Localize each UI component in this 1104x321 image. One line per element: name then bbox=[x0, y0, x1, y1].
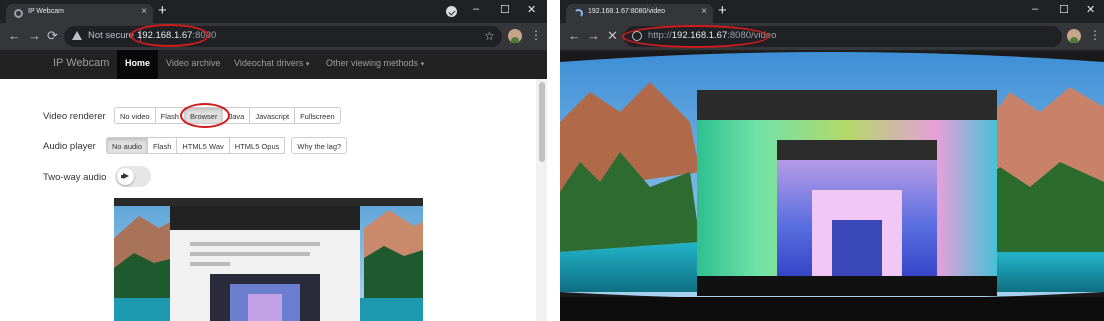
reload-button[interactable]: ⟳ bbox=[47, 28, 58, 44]
renderer-javascript-button[interactable]: Javascript bbox=[249, 107, 296, 124]
not-secure-label: Not secure bbox=[88, 30, 134, 41]
two-way-audio-label: Two-way audio bbox=[43, 172, 107, 183]
toggle-knob bbox=[117, 168, 134, 185]
nav-other-viewing-methods-label: Other viewing methods bbox=[326, 58, 419, 68]
minimize-button[interactable]: – bbox=[1032, 3, 1038, 15]
bookmark-star-icon[interactable]: ☆ bbox=[484, 29, 495, 43]
forward-button[interactable]: → bbox=[28, 28, 41, 43]
chrome-menu-icon[interactable]: ⋮ bbox=[530, 28, 542, 42]
chrome-profile-menu-icon[interactable] bbox=[446, 6, 457, 17]
tab-close-icon[interactable]: × bbox=[141, 6, 147, 17]
audio-player-buttons: No audio Flash HTML5 Wav HTML5 Opus Why … bbox=[106, 137, 348, 154]
chrome-menu-icon[interactable]: ⋮ bbox=[1089, 28, 1101, 42]
left-browser-window: IP Webcam × + – ☐ ✕ ← → ⟳ Not secure 192… bbox=[0, 0, 547, 321]
brand-logo[interactable]: IP Webcam bbox=[53, 57, 109, 69]
tab-strip: 192.168.1.67:8080/video × + – ☐ ✕ bbox=[560, 0, 1104, 23]
browser-tab[interactable]: IP Webcam × bbox=[6, 4, 153, 23]
megaphone-icon bbox=[121, 173, 130, 180]
video-stream-image bbox=[114, 198, 423, 321]
chevron-down-icon: ▾ bbox=[420, 61, 425, 68]
minimize-button[interactable]: – bbox=[473, 3, 479, 15]
two-way-audio-toggle[interactable] bbox=[115, 166, 151, 187]
browser-option-callout bbox=[180, 103, 230, 128]
close-window-button[interactable]: ✕ bbox=[1086, 3, 1095, 16]
new-tab-button[interactable]: + bbox=[718, 2, 727, 19]
back-button[interactable]: ← bbox=[568, 28, 581, 43]
chevron-down-icon: ▾ bbox=[305, 61, 310, 68]
recursive-browser-screenshot bbox=[697, 90, 997, 296]
maximize-button[interactable]: ☐ bbox=[1059, 3, 1069, 16]
video-renderer-label: Video renderer bbox=[43, 111, 106, 122]
stop-loading-button[interactable]: ✕ bbox=[607, 28, 618, 44]
favicon-icon bbox=[14, 9, 23, 18]
warning-icon bbox=[72, 31, 82, 40]
renderer-no-video-button[interactable]: No video bbox=[114, 107, 156, 124]
nav-videochat-drivers[interactable]: Videochat drivers ▾ bbox=[234, 58, 309, 68]
url-highlight-callout bbox=[622, 25, 769, 48]
tab-strip: IP Webcam × + – ☐ ✕ bbox=[0, 0, 547, 23]
loading-spinner-icon bbox=[574, 9, 583, 18]
why-the-lag-button[interactable]: Why the lag? bbox=[291, 137, 348, 154]
audio-flash-button[interactable]: Flash bbox=[147, 137, 178, 154]
tab-title: 192.168.1.67:8080/video bbox=[588, 8, 666, 15]
scrollbar-thumb[interactable] bbox=[539, 82, 545, 162]
audio-html5-wav-button[interactable]: HTML5 Wav bbox=[176, 137, 230, 154]
audio-player-label: Audio player bbox=[43, 141, 96, 152]
page-navbar: IP Webcam Home Video archive Videochat d… bbox=[0, 50, 547, 79]
audio-no-audio-button[interactable]: No audio bbox=[106, 137, 149, 154]
renderer-fullscreen-button[interactable]: Fullscreen bbox=[294, 107, 341, 124]
url-highlight-callout bbox=[130, 24, 209, 47]
avatar[interactable] bbox=[1067, 29, 1081, 43]
tab-title: IP Webcam bbox=[28, 8, 64, 15]
forward-button[interactable]: → bbox=[587, 28, 600, 43]
nav-video-archive[interactable]: Video archive bbox=[166, 58, 220, 68]
avatar[interactable] bbox=[508, 29, 522, 43]
recursive-browser-screenshot bbox=[170, 206, 360, 321]
browser-toolbar: ← → ⟳ Not secure 192.168.1.67:8080 ☆ ⋮ bbox=[0, 23, 547, 50]
close-window-button[interactable]: ✕ bbox=[527, 3, 536, 16]
new-tab-button[interactable]: + bbox=[158, 2, 167, 19]
nav-home[interactable]: Home bbox=[117, 50, 159, 79]
video-stream-image bbox=[560, 52, 1104, 321]
browser-tab[interactable]: 192.168.1.67:8080/video × bbox=[566, 4, 713, 23]
back-button[interactable]: ← bbox=[8, 28, 21, 43]
maximize-button[interactable]: ☐ bbox=[500, 3, 510, 16]
nav-videochat-drivers-label: Videochat drivers bbox=[234, 58, 304, 68]
audio-html5-opus-button[interactable]: HTML5 Opus bbox=[228, 137, 286, 154]
nav-other-viewing-methods[interactable]: Other viewing methods ▾ bbox=[326, 58, 424, 68]
tab-close-icon[interactable]: × bbox=[701, 6, 707, 17]
